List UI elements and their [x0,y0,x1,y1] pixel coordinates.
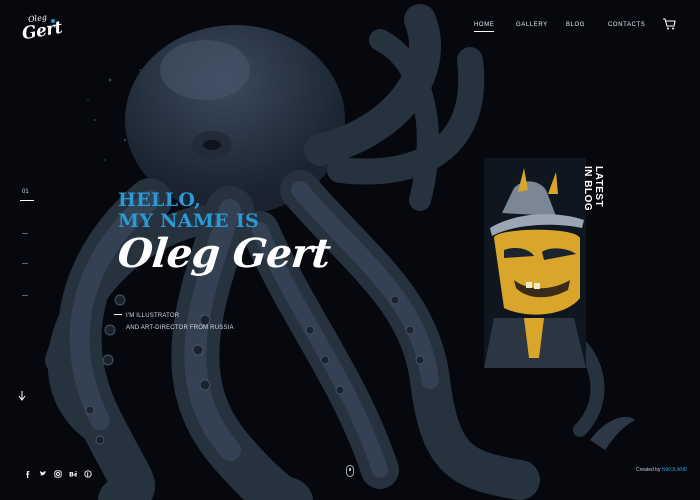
credit-prefix: Created by [636,467,661,473]
nav-item-blog[interactable]: BLOG [566,22,585,28]
hero-greeting: HELLO, MY NAME IS [118,189,260,232]
credit-link[interactable]: NIKOLAND [662,467,688,473]
octopus-illustration [45,4,635,500]
facebook-icon[interactable] [24,465,32,478]
role-line-2: AND ART-DIRECTOR FROM RUSSIA [126,325,234,331]
arrow-down-icon[interactable] [18,391,26,401]
hero-section: Oleg Gert HOME GALLERY BLOG CONTACTS 01 … [0,0,700,500]
hero-name: Oleg Gert [115,230,333,277]
footer-credit: Created by NIKOLAND [636,467,687,473]
twitter-icon[interactable] [39,465,47,476]
hero-text: HELLO, MY NAME IS Oleg Gert [115,189,333,278]
slide-indicator[interactable] [22,263,28,264]
slide-indicator[interactable] [22,295,28,296]
cart-icon[interactable] [662,17,676,31]
nav-item-gallery[interactable]: GALLERY [516,22,548,28]
scroll-mouse-icon[interactable] [346,465,354,477]
slide-indicator-active[interactable] [20,200,34,201]
svg-text:Bē: Bē [69,471,77,479]
slide-indicator[interactable] [22,233,28,234]
hero-role: I'M ILLUSTRATOR AND ART-DIRECTOR FROM RU… [126,310,234,334]
slide-number: 01 [22,189,29,195]
logo-dot [51,19,55,23]
role-line-1: I'M ILLUSTRATOR [126,313,180,319]
logo-main-text: Gert [20,17,64,45]
nav-item-contacts[interactable]: CONTACTS [608,22,645,28]
pinterest-icon[interactable] [84,465,92,478]
instagram-icon[interactable] [54,465,62,478]
latest-in-blog-label[interactable]: LATEST IN BLOG [570,166,604,246]
site-logo[interactable]: Oleg Gert [21,13,64,46]
nav-item-home[interactable]: HOME [474,22,495,32]
role-divider [114,314,122,315]
behance-icon[interactable]: Bē [69,465,79,479]
